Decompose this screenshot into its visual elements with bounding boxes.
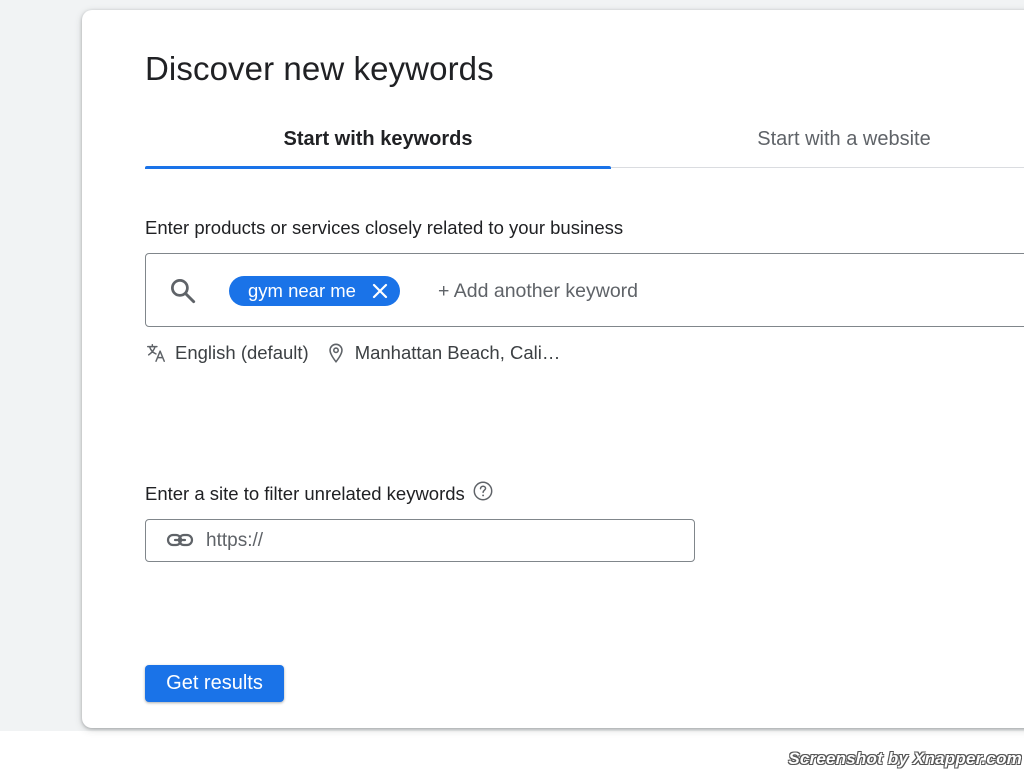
- site-filter-box[interactable]: [145, 519, 695, 562]
- tab-start-with-keywords[interactable]: Start with keywords: [145, 112, 611, 169]
- language-selector[interactable]: English (default): [145, 342, 309, 364]
- tab-bar: Start with keywords Start with a website: [145, 112, 1024, 169]
- targeting-row: English (default) Manhattan Beach, Cali…: [145, 340, 560, 366]
- keywords-input-box[interactable]: gym near me: [145, 253, 1024, 327]
- language-label: English (default): [175, 342, 309, 363]
- add-keyword-input[interactable]: [438, 277, 998, 305]
- location-selector[interactable]: Manhattan Beach, Cali…: [325, 342, 561, 364]
- location-pin-icon: [328, 343, 343, 363]
- keyword-chip: gym near me: [229, 276, 400, 306]
- keywords-label: Enter products or services closely relat…: [145, 217, 624, 238]
- keyword-planner-card: Discover new keywords Start with keyword…: [82, 10, 1024, 728]
- location-label: Manhattan Beach, Cali…: [354, 342, 561, 363]
- site-url-input[interactable]: [206, 527, 676, 555]
- site-filter-label-row: Enter a site to filter unrelated keyword…: [145, 480, 494, 505]
- translate-icon: [147, 344, 165, 362]
- link-icon: [166, 533, 194, 547]
- close-icon[interactable]: [370, 281, 390, 301]
- page-title: Discover new keywords: [145, 50, 494, 87]
- keyword-chip-label: gym near me: [248, 280, 356, 301]
- search-icon: [171, 279, 196, 304]
- help-circle-icon[interactable]: [472, 480, 494, 502]
- tab-start-with-website[interactable]: Start with a website: [611, 112, 1024, 167]
- get-results-button[interactable]: Get results: [145, 665, 284, 702]
- site-filter-label: Enter a site to filter unrelated keyword…: [145, 483, 465, 504]
- watermark: Screenshot by Xnapper.com: [788, 749, 1022, 768]
